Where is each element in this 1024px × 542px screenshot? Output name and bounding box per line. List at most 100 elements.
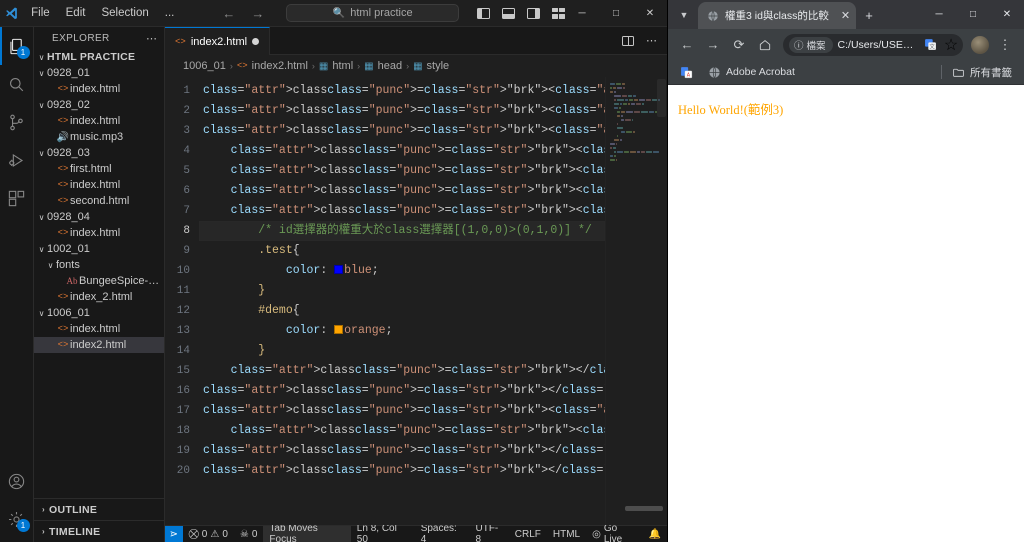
status-go-live[interactable]: ◎ Go Live xyxy=(586,526,642,542)
code-editor[interactable]: 1234567891011121314151617181920 class="a… xyxy=(165,77,667,525)
tree-item-fonts[interactable]: ∨fonts xyxy=(34,257,164,273)
tree-item-bungeespice-regu---[interactable]: AbBungeeSpice-Regu... xyxy=(34,273,164,289)
activity-item-explorer[interactable]: 1 xyxy=(0,27,34,65)
profile-avatar[interactable] xyxy=(971,36,989,54)
tree-item-music-mp3[interactable]: 🔊music.mp3 xyxy=(34,129,164,145)
back-button[interactable]: ← xyxy=(674,32,700,58)
browser-maximize-button[interactable]: □ xyxy=(956,0,990,29)
code-line[interactable]: class="attr">classclass="punc">=class="s… xyxy=(199,141,605,161)
home-button[interactable] xyxy=(752,32,778,58)
tree-item-0928_03[interactable]: ∨0928_03 xyxy=(34,145,164,161)
code-line[interactable]: class="attr">classclass="punc">=class="s… xyxy=(199,101,605,121)
tree-item-first-html[interactable]: <>first.html xyxy=(34,161,164,177)
code-line[interactable]: /* id選擇器的權重大於class選擇器[(1,0,0)>(0,1,0)] *… xyxy=(199,221,605,241)
editor-vertical-scrollbar[interactable] xyxy=(655,77,667,525)
tree-item-index2-html[interactable]: <>index2.html xyxy=(34,337,164,353)
menu-more[interactable]: ... xyxy=(157,3,183,23)
status-encoding[interactable]: UTF-8 xyxy=(469,526,508,542)
all-bookmarks-button[interactable]: 所有書籤 xyxy=(948,63,1016,82)
customize-layout-icon[interactable] xyxy=(552,8,565,19)
tree-item-index-html[interactable]: <>index.html xyxy=(34,321,164,337)
activity-item-settings[interactable]: 1 xyxy=(0,500,34,538)
browser-menu-button[interactable]: ⋮ xyxy=(992,32,1018,58)
menu-file[interactable]: File xyxy=(23,3,58,23)
tree-root-html-practice[interactable]: ∨ HTML PRACTICE xyxy=(34,49,164,65)
activity-item-accounts[interactable] xyxy=(0,462,34,500)
menu-edit[interactable]: Edit xyxy=(58,3,94,23)
vscode-minimize-button[interactable]: ─ xyxy=(565,0,599,27)
nav-back-icon[interactable]: ← xyxy=(222,6,235,21)
tree-item-1006_01[interactable]: ∨1006_01 xyxy=(34,305,164,321)
tab-index2-html[interactable]: <> index2.html xyxy=(165,27,270,55)
breadcrumb-item-html[interactable]: ▦ html xyxy=(319,60,353,72)
activity-item-run-and-debug[interactable] xyxy=(0,141,34,179)
code-line[interactable]: } xyxy=(199,281,605,301)
bookmark-item-acrobat-shortcut[interactable]: A xyxy=(676,64,697,81)
new-tab-button[interactable]: + xyxy=(856,2,882,29)
reload-button[interactable]: ⟳ xyxy=(726,32,752,58)
menu-selection[interactable]: Selection xyxy=(93,3,156,23)
tree-item-0928_01[interactable]: ∨0928_01 xyxy=(34,65,164,81)
code-line[interactable]: class="attr">classclass="punc">=class="s… xyxy=(199,81,605,101)
status-indentation[interactable]: Spaces: 4 xyxy=(415,526,470,542)
translate-icon[interactable]: 文 xyxy=(922,37,938,53)
bookmark-star-icon[interactable]: ☆ xyxy=(943,37,959,53)
breadcrumb-item-folder[interactable]: 1006_01 xyxy=(183,60,226,72)
toggle-secondary-sidebar-icon[interactable] xyxy=(527,8,540,19)
code-line[interactable]: class="attr">classclass="punc">=class="s… xyxy=(199,201,605,221)
browser-tab[interactable]: 權重3 id與class的比較 ✕ xyxy=(698,2,856,29)
page-viewport[interactable]: Hello World!(範例3) xyxy=(668,85,1024,542)
status-notifications[interactable]: 🔔 xyxy=(643,526,667,542)
code-line[interactable]: } xyxy=(199,341,605,361)
code-line[interactable]: #demo{ xyxy=(199,301,605,321)
forward-button[interactable]: → xyxy=(700,32,726,58)
code-line[interactable]: .test{ xyxy=(199,241,605,261)
code-line[interactable]: class="attr">classclass="punc">=class="s… xyxy=(199,461,605,481)
code-line[interactable]: class="attr">classclass="punc">=class="s… xyxy=(199,361,605,381)
code-line[interactable]: class="attr">classclass="punc">=class="s… xyxy=(199,121,605,141)
tree-item-0928_02[interactable]: ∨0928_02 xyxy=(34,97,164,113)
browser-close-button[interactable]: ✕ xyxy=(990,0,1024,29)
code-line[interactable]: color: blue; xyxy=(199,261,605,281)
code-content[interactable]: class="attr">classclass="punc">=class="s… xyxy=(199,77,605,525)
sidebar-section-outline[interactable]: › OUTLINE xyxy=(34,498,164,520)
status-language-mode[interactable]: HTML xyxy=(547,526,586,542)
site-info-chip[interactable]: ⓘ 檔案 xyxy=(789,37,833,53)
code-line[interactable]: class="attr">classclass="punc">=class="s… xyxy=(199,381,605,401)
toggle-panel-icon[interactable] xyxy=(502,8,515,19)
tree-item-index-html[interactable]: <>index.html xyxy=(34,225,164,241)
breadcrumb-item-file[interactable]: <> index2.html xyxy=(237,60,308,72)
address-bar[interactable]: ⓘ 檔案 C:/Users/USER/... 文 ☆ xyxy=(783,34,963,56)
tree-item-index-html[interactable]: <>index.html xyxy=(34,177,164,193)
editor-more-actions-icon[interactable]: ⋯ xyxy=(646,34,657,47)
tree-item-index-html[interactable]: <>index.html xyxy=(34,113,164,129)
explorer-more-actions-icon[interactable]: ⋯ xyxy=(146,32,158,45)
tree-item-second-html[interactable]: <>second.html xyxy=(34,193,164,209)
breadcrumb-item-head[interactable]: ▦ head xyxy=(364,60,402,72)
tree-item-index_2-html[interactable]: <>index_2.html xyxy=(34,289,164,305)
vscode-close-button[interactable]: ✕ xyxy=(633,0,667,27)
browser-minimize-button[interactable]: ─ xyxy=(922,0,956,29)
tree-item-1002_01[interactable]: ∨1002_01 xyxy=(34,241,164,257)
tree-item-0928_04[interactable]: ∨0928_04 xyxy=(34,209,164,225)
vscode-maximize-button[interactable]: □ xyxy=(599,0,633,27)
activity-item-source-control[interactable] xyxy=(0,103,34,141)
status-tab-moves-focus[interactable]: Tab Moves Focus xyxy=(263,526,350,542)
code-line[interactable]: class="attr">classclass="punc">=class="s… xyxy=(199,421,605,441)
code-line[interactable]: class="attr">classclass="punc">=class="s… xyxy=(199,161,605,181)
activity-item-extensions[interactable] xyxy=(0,179,34,217)
remote-window-icon[interactable]: ⋗ xyxy=(165,526,183,542)
bookmark-item-adobe-acrobat[interactable]: Adobe Acrobat xyxy=(704,64,799,81)
toggle-primary-sidebar-icon[interactable] xyxy=(477,8,490,19)
breadcrumb-item-style[interactable]: ▦ style xyxy=(413,60,449,72)
file-tree[interactable]: ∨ HTML PRACTICE ∨0928_01<>index.html∨092… xyxy=(34,49,164,498)
nav-forward-icon[interactable]: → xyxy=(251,6,264,21)
status-eol[interactable]: CRLF xyxy=(509,526,547,542)
status-problems[interactable]: ⛒ 0 ⚠ 0 xyxy=(183,526,234,542)
command-center-search[interactable]: 🔍 html practice xyxy=(286,4,459,22)
activity-item-search[interactable] xyxy=(0,65,34,103)
code-line[interactable]: class="attr">classclass="punc">=class="s… xyxy=(199,441,605,461)
code-line[interactable]: class="attr">classclass="punc">=class="s… xyxy=(199,181,605,201)
tree-item-index-html[interactable]: <>index.html xyxy=(34,81,164,97)
search-tabs-chevron-down-icon[interactable]: ▼ xyxy=(670,0,698,29)
